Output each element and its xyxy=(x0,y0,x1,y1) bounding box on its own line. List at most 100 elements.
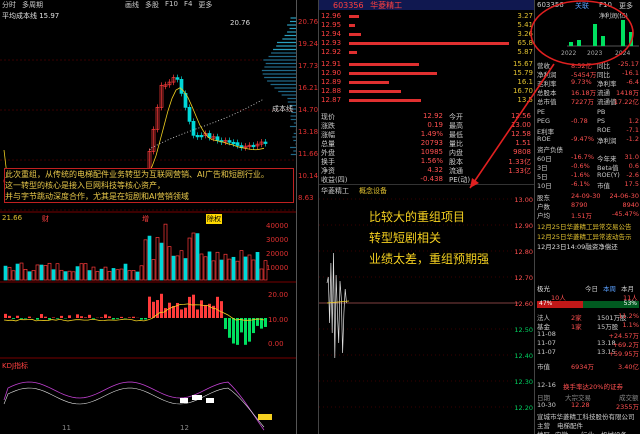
flow-row-a: 11-07 xyxy=(537,339,556,347)
cap-row-d: 3.40亿 xyxy=(618,363,639,371)
volume-bar xyxy=(211,260,216,281)
holder-row-b: 1.51万 xyxy=(571,212,592,220)
ask-row-v: 3.26 xyxy=(517,30,533,38)
macd-bar xyxy=(180,309,183,318)
volume-bar xyxy=(91,266,96,281)
macd-bar xyxy=(148,296,151,318)
stock-title-bar[interactable]: 603356 华菱精工 xyxy=(319,0,535,10)
intraday-price-tick: 12.20 xyxy=(514,404,533,412)
profit-bar xyxy=(577,40,581,46)
macd-bar xyxy=(264,318,267,327)
annotation-line-3: 并与字节跳动深度合作，尤其是在短剧和AI营销领域 xyxy=(5,192,189,201)
bid-bar xyxy=(349,81,389,84)
deal-row-d: 2355万 xyxy=(615,403,639,411)
macd-bar xyxy=(104,314,107,318)
candle-body xyxy=(231,141,236,145)
bid-bar xyxy=(349,90,401,93)
flow-row-a: 11-08 xyxy=(537,330,556,338)
volume-bar xyxy=(103,266,108,281)
axis-price-6: 13.18 xyxy=(298,128,319,136)
candle-body xyxy=(195,135,200,138)
misc-item: 地区 xyxy=(537,429,550,434)
ratio-red: 47% xyxy=(539,300,553,307)
misc-item: 行业 xyxy=(581,429,594,434)
macd-bar xyxy=(192,294,195,318)
volume-bar xyxy=(155,237,160,281)
quote-row-v2: 12.56 xyxy=(510,112,531,120)
quote-row-v2: 1.51 xyxy=(515,139,531,147)
ask-row: 12.93 65.8 xyxy=(319,39,535,48)
misc-item: 机械设备 xyxy=(601,429,627,434)
kline-panel[interactable]: 分时 多周期 画线 多股 F10 F4 更多 平均成本线 15.97 20.76… xyxy=(0,0,296,434)
intraday-price-tick: 12.40 xyxy=(514,352,533,360)
profit-bar xyxy=(593,24,597,46)
valuation-row-b: -0.6% xyxy=(571,162,590,170)
stock-name: 华菱精工 xyxy=(370,1,403,10)
bid-row-p: 12.91 xyxy=(321,60,342,68)
valuation-row-b: -1.6% xyxy=(571,171,590,179)
bid-row-p: 12.90 xyxy=(321,69,342,77)
volume-bar xyxy=(3,265,8,281)
volume-bar xyxy=(95,271,100,281)
macd-bar xyxy=(56,318,59,319)
bid-row-v: 16.1 xyxy=(517,78,533,86)
macd-bar xyxy=(244,318,247,345)
stock-trading-window: 分时 多周期 画线 多股 F10 F4 更多 平均成本线 15.97 20.76… xyxy=(0,0,640,434)
intraday-price-tick: 12.70 xyxy=(514,274,533,282)
ask-row: 12.95 5.41 xyxy=(319,21,535,30)
macd-bar xyxy=(48,318,51,320)
ask-row-p: 12.95 xyxy=(321,21,342,29)
macd-bar xyxy=(152,301,155,318)
volume-bar xyxy=(23,269,28,281)
volume-bar xyxy=(223,253,228,281)
volume-bar xyxy=(251,259,256,281)
chan-item[interactable]: 今日 xyxy=(585,283,598,293)
macd-bar xyxy=(172,305,175,318)
news-item[interactable]: 12月23日14:09融资净偿还 xyxy=(537,241,618,251)
candle-body xyxy=(215,136,220,141)
volume-bar xyxy=(87,270,92,281)
ask-bar xyxy=(349,15,359,18)
quote-row-v: -0.438 xyxy=(420,175,443,183)
news-item[interactable]: 12月25日华菱精工异常波动告示 xyxy=(537,231,632,241)
axis-price-8: 10.14 xyxy=(298,172,319,180)
fin-row-b: 9.73% xyxy=(571,78,592,86)
chan-item[interactable]: 极光 xyxy=(537,283,550,293)
holder-row-a: 户均 xyxy=(537,212,550,220)
quote-row-v: 4.32 xyxy=(427,166,443,174)
volume-bar xyxy=(151,259,156,281)
profit-bar xyxy=(629,32,633,46)
volume-bar xyxy=(127,270,132,281)
chan-item[interactable]: 本周 xyxy=(603,283,616,293)
volume-bar xyxy=(51,269,56,281)
macd-bar xyxy=(184,307,187,318)
axis-label-12: 12 xyxy=(180,424,189,432)
volume-bar xyxy=(203,256,208,281)
misc-item: 安徽 xyxy=(555,429,568,434)
vol-tick-3: 20000 xyxy=(266,250,289,258)
vol-tag-add: 增 xyxy=(142,215,149,223)
volume-bar xyxy=(79,263,84,281)
valuation-row-d: 31.0 xyxy=(624,153,639,161)
volume-bar xyxy=(255,252,260,281)
volume-bar xyxy=(75,266,80,281)
peak-price-label: 20.76 xyxy=(230,19,251,27)
volume-bar xyxy=(235,260,240,281)
note-line-2: 转型短剧相关 xyxy=(369,231,442,245)
news-item[interactable]: 12月25日华菱精工异常交易公告 xyxy=(537,221,632,231)
year-2024: 2024 xyxy=(615,50,631,57)
ask-row-v: 5.87 xyxy=(517,48,533,56)
candle-body xyxy=(263,141,268,144)
kdj-k-line xyxy=(3,381,265,431)
valuation-row-c: ROE xyxy=(597,126,611,134)
axis-price-2: 19.24 xyxy=(298,40,319,48)
flow-row-a: 11-07 xyxy=(537,348,556,356)
flow-row: 法人 2家 1501万股 11.2% xyxy=(537,312,639,322)
year-2023: 2023 xyxy=(587,50,603,57)
fin-row-b: 7227万 xyxy=(571,98,595,106)
profit-bar xyxy=(569,42,573,46)
axis-price-1: 20.76 xyxy=(298,18,319,26)
ask-row-v: 65.8 xyxy=(517,39,533,47)
valuation-row-a: ROE xyxy=(537,135,551,143)
kdj-label: KDJ指标 xyxy=(2,362,29,370)
